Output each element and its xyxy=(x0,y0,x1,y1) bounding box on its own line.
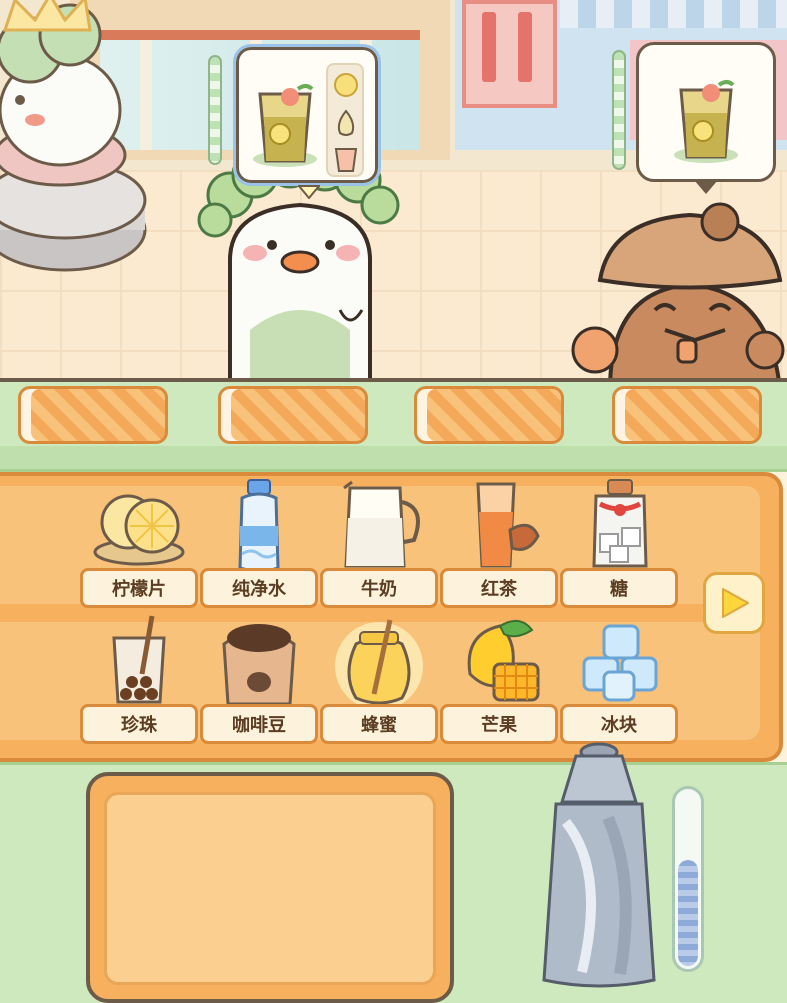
lemon-iced-tea-icon xyxy=(674,80,738,163)
ingredient-milk[interactable]: 牛奶 xyxy=(320,478,438,613)
shaker-progress-gauge xyxy=(672,786,704,972)
lemon-slices-icon xyxy=(93,494,185,566)
lemon-slice-icon xyxy=(334,73,358,97)
order-bubble xyxy=(233,44,381,199)
cake-statue-decoration xyxy=(0,0,147,272)
cup-slot-3[interactable] xyxy=(414,386,564,444)
ingredient-label: 糖 xyxy=(560,568,678,608)
shop-scene xyxy=(0,0,787,380)
counter-rail xyxy=(0,446,787,472)
ingredient-label: 柠檬片 xyxy=(80,568,198,608)
next-page-button[interactable] xyxy=(703,572,765,634)
ingredient-ice-cubes[interactable]: 冰块 xyxy=(560,614,678,749)
building-awning xyxy=(560,0,787,28)
recipe-column xyxy=(326,63,364,177)
tray-surface xyxy=(104,792,436,985)
bubble-tail xyxy=(694,180,718,194)
striped-pole xyxy=(208,55,222,165)
ice-cubes-icon xyxy=(582,624,658,702)
milk-jug-icon xyxy=(343,480,420,568)
ingredient-purified-water[interactable]: 纯净水 xyxy=(200,478,318,613)
striped-pole xyxy=(612,50,626,170)
coffee-beans-sack-icon xyxy=(222,624,296,706)
ingredient-mango[interactable]: 芒果 xyxy=(440,614,558,749)
ice-cup-icon xyxy=(334,148,358,172)
boba-cup-icon xyxy=(112,615,166,704)
ingredient-label: 芒果 xyxy=(440,704,558,744)
order-pointer-icon xyxy=(298,185,320,199)
bear-customer-character xyxy=(571,202,785,380)
ingredient-pearls[interactable]: 珍珠 xyxy=(80,614,198,749)
ingredient-label: 冰块 xyxy=(560,704,678,744)
pear-honey-icon xyxy=(337,109,355,136)
ingredient-coffee-beans[interactable]: 咖啡豆 xyxy=(200,614,318,749)
cup-slot-1[interactable] xyxy=(18,386,168,444)
ingredient-honey[interactable]: 蜂蜜 xyxy=(320,614,438,749)
ingredient-label: 咖啡豆 xyxy=(200,704,318,744)
ingredient-label: 蜂蜜 xyxy=(320,704,438,744)
mango-icon xyxy=(467,619,540,702)
ingredient-label: 珍珠 xyxy=(80,704,198,744)
ingredient-label: 牛奶 xyxy=(320,568,438,608)
cup-slot-2[interactable] xyxy=(218,386,368,444)
ingredient-label: 红茶 xyxy=(440,568,558,608)
cup-slot-4[interactable] xyxy=(612,386,762,444)
building-door xyxy=(462,0,557,108)
play-arrow-icon xyxy=(722,588,749,618)
sugar-jar-icon xyxy=(592,479,648,568)
ingredient-black-tea[interactable]: 红茶 xyxy=(440,478,558,613)
black-tea-icon xyxy=(476,482,540,568)
cocktail-shaker[interactable] xyxy=(536,742,662,992)
ingredient-label: 纯净水 xyxy=(200,568,318,608)
honey-jar-icon xyxy=(335,619,423,710)
ingredient-tray[interactable] xyxy=(86,772,454,1003)
ingredient-lemon-slices[interactable]: 柠檬片 xyxy=(80,478,198,613)
water-bottle-icon xyxy=(238,479,280,573)
side-order-bubble xyxy=(636,42,776,182)
lemon-iced-tea-icon xyxy=(253,84,317,167)
gauge-fill xyxy=(678,860,698,966)
ingredient-sugar[interactable]: 糖 xyxy=(560,478,678,613)
